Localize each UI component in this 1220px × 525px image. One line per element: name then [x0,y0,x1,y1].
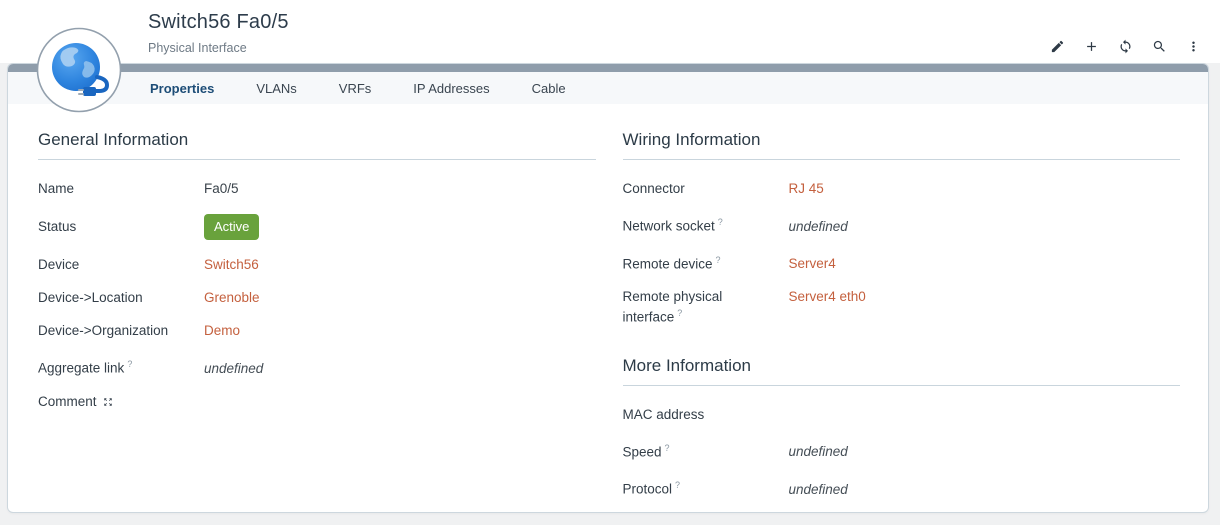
action-toolbar [1049,38,1202,55]
field-value: Fa0/5 [204,181,239,197]
kebab-menu-icon [1186,39,1201,54]
device-link[interactable]: Switch56 [204,257,259,273]
properties-panel: General Information Name Fa0/5 Status Ac… [8,104,1208,515]
field-row-status: Status Active [38,214,596,240]
field-label: Aggregate link [38,361,124,376]
wiring-information-section: Wiring Information Connector RJ 45 Netwo… [623,130,1181,326]
field-label: Name [38,181,188,197]
field-value-undefined: undefined [789,219,848,235]
tab-ip-addresses[interactable]: IP Addresses [413,81,489,96]
field-label: Speed [623,444,662,459]
field-label: Remote physical interface [623,289,723,325]
field-row-remote-physical-interface: Remote physical interface? Server4 eth0 [623,289,1181,326]
field-label: Device->Location [38,290,188,306]
field-label: Status [38,219,188,235]
title-block: Switch56 Fa0/5 Physical Interface [148,11,289,55]
field-value-undefined: undefined [789,444,848,460]
field-row-comment: Comment [38,394,596,410]
edit-button[interactable] [1049,38,1066,55]
field-label: Remote device [623,256,713,271]
page-subtitle: Physical Interface [148,41,289,55]
help-marker-icon[interactable]: ? [718,217,723,227]
pencil-icon [1050,39,1065,54]
tab-vrfs[interactable]: VRFs [339,81,372,96]
field-value-undefined: undefined [789,482,848,498]
field-label: MAC address [623,407,773,423]
add-button[interactable] [1083,38,1100,55]
field-row-device: Device Switch56 [38,257,596,273]
field-row-protocol: Protocol? undefined [623,477,1181,498]
field-row-network-socket: Network socket? undefined [623,214,1181,235]
tab-vlans[interactable]: VLANs [256,81,296,96]
help-marker-icon[interactable]: ? [716,255,721,265]
interface-avatar [36,27,122,113]
connector-link[interactable]: RJ 45 [789,181,824,197]
general-information-section: General Information Name Fa0/5 Status Ac… [38,130,596,515]
field-row-device-organization: Device->Organization Demo [38,323,596,339]
field-row-speed: Speed? undefined [623,440,1181,461]
help-marker-icon[interactable]: ? [665,443,670,453]
field-row-connector: Connector RJ 45 [623,181,1181,197]
detail-card: Properties VLANs VRFs IP Addresses Cable… [7,63,1209,513]
refresh-button[interactable] [1117,38,1134,55]
tab-cable[interactable]: Cable [532,81,566,96]
search-icon [1152,39,1167,54]
organization-link[interactable]: Demo [204,323,240,339]
field-row-device-location: Device->Location Grenoble [38,290,596,306]
section-heading-more: More Information [623,356,1181,386]
expand-comment-icon[interactable] [103,395,113,410]
section-heading-wiring: Wiring Information [623,130,1181,160]
field-label: Comment [38,394,97,409]
field-label: Device->Organization [38,323,188,339]
refresh-icon [1118,39,1133,54]
field-row-aggregate-link: Aggregate link? undefined [38,356,596,377]
field-label: Device [38,257,188,273]
page-header: Switch56 Fa0/5 Physical Interface [0,0,1220,63]
card-top-bar [8,64,1208,72]
remote-device-link[interactable]: Server4 [789,256,836,272]
page-title: Switch56 Fa0/5 [148,11,289,34]
more-information-section: More Information MAC address Speed? unde… [623,356,1181,498]
field-row-name: Name Fa0/5 [38,181,596,197]
plus-icon [1084,39,1099,54]
more-menu-button[interactable] [1185,38,1202,55]
remote-interface-link[interactable]: Server4 eth0 [789,289,866,305]
search-button[interactable] [1151,38,1168,55]
help-marker-icon[interactable]: ? [127,359,132,369]
field-value-undefined: undefined [204,361,263,377]
section-heading-general: General Information [38,130,596,160]
help-marker-icon[interactable]: ? [677,308,682,318]
globe-plug-icon [36,27,122,113]
field-label: Protocol [623,482,673,497]
help-marker-icon[interactable]: ? [675,480,680,490]
status-badge: Active [204,214,259,240]
field-label: Connector [623,181,773,197]
field-row-mac-address: MAC address [623,407,1181,423]
tab-bar: Properties VLANs VRFs IP Addresses Cable [8,72,1208,104]
location-link[interactable]: Grenoble [204,290,260,306]
field-label: Network socket [623,219,715,234]
field-row-remote-device: Remote device? Server4 [623,252,1181,273]
tab-properties[interactable]: Properties [150,81,214,96]
